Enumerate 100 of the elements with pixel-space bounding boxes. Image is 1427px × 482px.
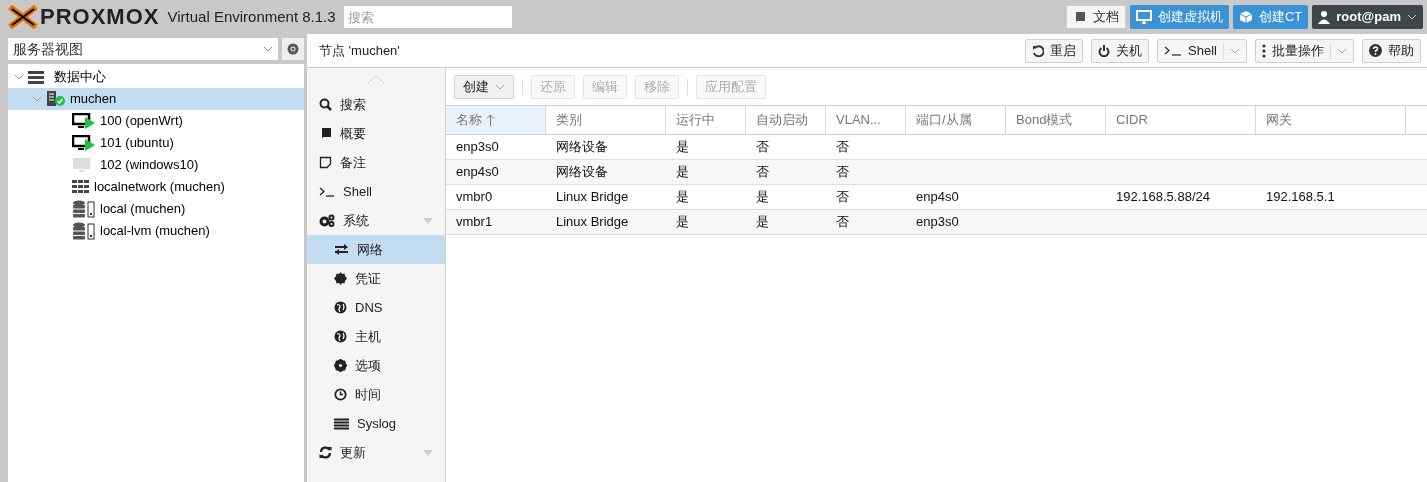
caret-icon <box>1337 47 1347 54</box>
x-logo-icon <box>8 5 38 29</box>
nav-item[interactable]: 搜索 <box>307 90 445 119</box>
caret-icon <box>495 83 505 90</box>
server-status-icon <box>46 91 66 107</box>
tree-item[interactable]: localnetwork (muchen) <box>8 176 304 198</box>
settings-icon <box>287 43 299 55</box>
table-cell-text: enp4s0 <box>455 163 500 182</box>
table-cell-text: enp3s0 <box>455 138 500 157</box>
nav-item[interactable]: 概要 <box>307 119 445 148</box>
tree-item[interactable]: 101 (ubuntu) <box>8 132 304 154</box>
action-button[interactable]: 创建 <box>454 74 514 99</box>
grid-icon <box>72 180 90 194</box>
vertical-dots-icon <box>1262 43 1266 58</box>
column-header[interactable]: 名称 <box>446 106 546 134</box>
tree-item[interactable]: local-lvm (muchen) <box>8 220 304 242</box>
monitor-play-icon <box>72 113 96 129</box>
table-cell-text: 是 <box>675 188 690 207</box>
tree-item[interactable]: 102 (windows10) <box>8 154 304 176</box>
table-cell-text: vmbr0 <box>455 188 494 207</box>
globe-icon <box>334 330 347 343</box>
power-button[interactable]: 关机 <box>1091 38 1150 63</box>
power-icon <box>1098 44 1111 57</box>
restart-icon <box>1032 44 1045 57</box>
table-cell-text: 否 <box>835 188 850 207</box>
caret-icon <box>263 46 273 52</box>
help-icon <box>1369 44 1382 57</box>
table-cell-text: 否 <box>835 213 850 232</box>
caret-icon <box>1230 47 1240 54</box>
bulk-button[interactable]: 批量操作 <box>1255 38 1354 63</box>
monitor-icon <box>1135 10 1152 24</box>
nav-item[interactable]: 网络 <box>307 235 445 264</box>
nav-item[interactable]: 凭证 <box>307 264 445 293</box>
database-icon <box>72 200 96 218</box>
product-version: Virtual Environment 8.1.3 <box>167 6 336 27</box>
globe-icon <box>334 301 347 314</box>
server-rack-icon <box>28 70 44 84</box>
sort-up-icon <box>486 114 495 126</box>
list-icon <box>334 417 349 430</box>
nav-item[interactable]: 更新 <box>307 438 445 467</box>
terminal-icon <box>319 186 335 197</box>
settings-button[interactable] <box>282 38 304 60</box>
caret-icon <box>32 96 42 102</box>
nav-item[interactable]: 选项 <box>307 351 445 380</box>
table-cell-text: 192.168.5.88/24 <box>1115 188 1211 207</box>
nav-item[interactable]: 时间 <box>307 380 445 409</box>
logo-text: PROXMOX <box>40 6 160 28</box>
exchange-icon <box>334 244 349 255</box>
table-cell-text: 否 <box>835 138 850 157</box>
scroll-up-icon <box>367 74 385 84</box>
restart-button[interactable]: 重启 <box>1025 38 1084 63</box>
user-icon <box>1318 10 1331 24</box>
cube-icon <box>1238 10 1253 24</box>
view-select[interactable]: 服务器视图 <box>8 38 278 60</box>
database-icon <box>72 222 96 240</box>
refresh-icon <box>319 446 332 459</box>
docs-button[interactable]: 文档 <box>1065 5 1126 29</box>
caret-icon <box>14 74 24 80</box>
search-field[interactable]: 搜索 <box>343 6 512 28</box>
gears-icon <box>319 214 335 227</box>
table-cell-text: 192.168.5.1 <box>1265 188 1336 207</box>
table-cell-text: enp3s0 <box>915 213 960 232</box>
nav-item[interactable]: DNS <box>307 293 445 322</box>
triangle-down-icon <box>423 217 433 224</box>
table-cell-text: 网络设备 <box>555 163 609 182</box>
nav-item[interactable]: 系统 <box>307 206 445 235</box>
shell-button[interactable]: Shell <box>1157 38 1247 63</box>
search-icon <box>319 98 332 111</box>
gear-icon <box>334 359 347 372</box>
table-cell-text: 网络设备 <box>555 138 609 157</box>
nav-item[interactable]: 备注 <box>307 148 445 177</box>
table-cell-text: 是 <box>675 163 690 182</box>
table-cell-text: 否 <box>755 163 770 182</box>
tree-item[interactable]: 数据中心 <box>8 66 304 88</box>
table-cell-text: 否 <box>835 163 850 182</box>
table-cell-text: 是 <box>755 188 770 207</box>
table-cell-text: 是 <box>755 213 770 232</box>
clock-icon <box>334 388 347 401</box>
tree-item[interactable]: local (muchen) <box>8 198 304 220</box>
note-icon <box>319 156 332 169</box>
table-cell-text: Linux Bridge <box>555 213 630 232</box>
monitor-play-icon <box>72 135 96 151</box>
triangle-down-icon <box>423 449 433 456</box>
table-cell-text: 是 <box>675 138 690 157</box>
table-cell-text: Linux Bridge <box>555 188 630 207</box>
nav-item[interactable]: 主机 <box>307 322 445 351</box>
table-cell-text: 是 <box>675 213 690 232</box>
user-button[interactable]: root@pam <box>1312 5 1423 29</box>
help-button[interactable]: 帮助 <box>1362 38 1421 63</box>
panel-title: 节点 'muchen' <box>319 41 400 60</box>
nav-item[interactable]: Shell <box>307 177 445 206</box>
caret-icon <box>1407 14 1417 20</box>
table-cell-text: 否 <box>755 138 770 157</box>
table-cell-text: vmbr1 <box>455 213 494 232</box>
table-cell-text: enp4s0 <box>915 188 960 207</box>
certificate-icon <box>334 272 347 285</box>
tree-item[interactable]: 100 (openWrt) <box>8 110 304 132</box>
tree-item[interactable]: muchen <box>8 88 304 110</box>
nav-item[interactable]: Syslog <box>307 409 445 438</box>
terminal-icon <box>1164 45 1183 56</box>
